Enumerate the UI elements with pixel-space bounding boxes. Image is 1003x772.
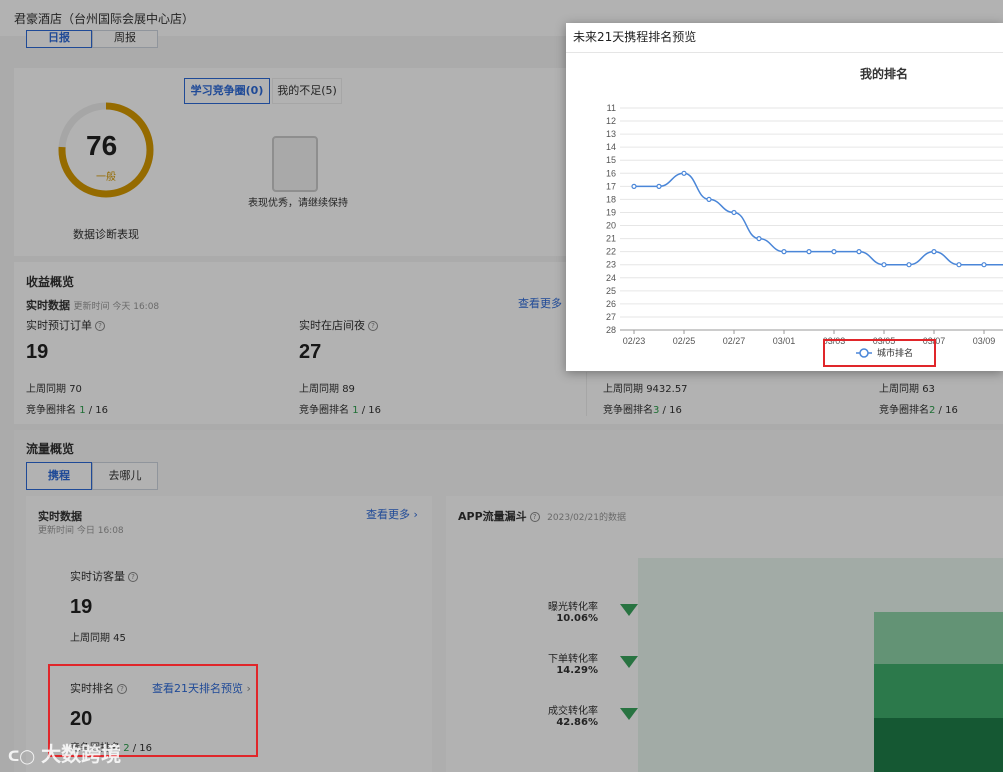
y-tick-label: 27 xyxy=(606,312,616,322)
x-tick-label: 02/27 xyxy=(723,336,746,346)
y-tick-label: 23 xyxy=(606,260,616,270)
rank-line-chart: 我的排名 11 12 13 14 15 16 17 18 19 20 21 22 23 24 25 26 27 28… xyxy=(606,66,1003,359)
x-tick-label: 03/01 xyxy=(773,336,796,346)
y-tick-label: 17 xyxy=(606,181,616,191)
y-tick-label: 26 xyxy=(606,299,616,309)
data-point xyxy=(706,196,712,203)
data-point xyxy=(781,249,787,255)
x-tick-label: 02/25 xyxy=(673,336,696,346)
y-tick-label: 11 xyxy=(607,103,616,113)
y-tick-label: 13 xyxy=(606,129,616,139)
x-tick-label: 03/09 xyxy=(973,336,996,346)
data-point xyxy=(806,249,812,255)
data-point xyxy=(881,262,887,268)
data-point xyxy=(831,249,837,255)
data-point xyxy=(681,170,687,176)
modal-header: 未来21天携程排名预览 xyxy=(566,23,1003,53)
data-point xyxy=(731,209,737,216)
y-tick-label: 18 xyxy=(606,194,616,204)
y-tick-label: 15 xyxy=(606,155,616,165)
y-tick-label: 12 xyxy=(606,116,616,126)
data-point xyxy=(856,249,862,255)
y-tick-label: 21 xyxy=(606,234,616,244)
y-tick-label: 28 xyxy=(606,325,616,335)
watermark-logo-icon: ᑕ◯ xyxy=(8,749,36,765)
y-tick-label: 19 xyxy=(606,207,616,217)
modal-title: 未来21天携程排名预览 xyxy=(573,30,697,44)
data-point xyxy=(931,249,937,255)
y-tick-label: 14 xyxy=(606,142,616,152)
watermark-text: 大数跨境 xyxy=(41,742,122,766)
y-tick-label: 16 xyxy=(606,168,616,178)
data-point xyxy=(656,183,662,189)
y-tick-label: 22 xyxy=(606,247,616,257)
y-tick-label: 20 xyxy=(606,221,616,231)
data-point xyxy=(756,235,762,242)
chart-title: 我的排名 xyxy=(860,66,908,81)
watermark: ᑕ◯ 大数跨境 xyxy=(8,738,121,767)
data-point xyxy=(981,262,987,268)
y-tick-label: 24 xyxy=(606,273,616,283)
series-line-city-rank xyxy=(634,172,1003,266)
y-tick-label: 25 xyxy=(606,286,616,296)
data-point xyxy=(631,183,637,189)
data-point xyxy=(906,262,912,268)
rank-preview-modal: 未来21天携程排名预览 我的排名 11 12 13 14 15 16 17 18 19 20 21 22… xyxy=(566,23,1003,371)
highlight-legend-box xyxy=(823,339,936,367)
x-tick-label: 02/23 xyxy=(623,336,646,346)
data-point xyxy=(956,262,962,268)
